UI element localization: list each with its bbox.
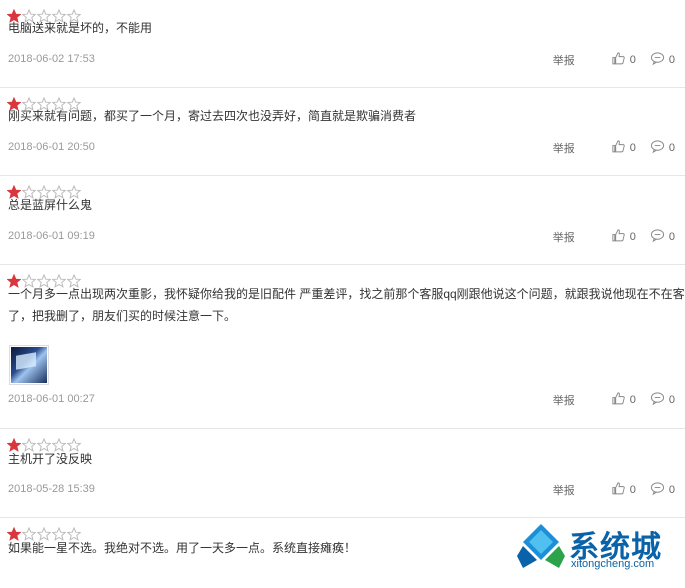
thumbs-up-icon bbox=[611, 139, 630, 157]
comment-count: 0 bbox=[668, 142, 675, 154]
review-text: 主机开了没反映 bbox=[8, 452, 93, 466]
review-actions: 举报 0 0 bbox=[553, 481, 675, 499]
like-button[interactable]: 0 bbox=[611, 228, 636, 246]
review-date: 2018-05-28 15:39 bbox=[8, 483, 95, 495]
comment-icon bbox=[650, 391, 669, 409]
report-button[interactable]: 举报 bbox=[553, 229, 575, 245]
watermark: 系统城 xitongcheng.com bbox=[515, 516, 685, 576]
report-button[interactable]: 举报 bbox=[553, 482, 575, 498]
review-text: 一个月多一点出现两次重影，我怀疑你给我的是旧配件 严重差评，找之前那个客服qq刚… bbox=[8, 287, 685, 301]
review-actions: 举报 0 0 bbox=[553, 228, 675, 246]
report-button[interactable]: 举报 bbox=[553, 140, 575, 156]
review-actions: 举报 0 0 bbox=[553, 139, 675, 157]
like-count: 0 bbox=[629, 484, 636, 496]
like-button[interactable]: 0 bbox=[611, 139, 636, 157]
review-text: 如果能一星不选。我绝对不选。用了一天多一点。系统直接瘫痪！ bbox=[8, 541, 357, 555]
review-actions: 举报 0 0 bbox=[553, 51, 675, 69]
review-item: 刚买来就有问题，都买了一个月，寄过去四次也没弄好，简直就是欺骗消费者 2018-0… bbox=[0, 88, 685, 176]
thumbs-up-icon bbox=[611, 481, 630, 499]
like-count: 0 bbox=[629, 54, 636, 66]
review-text: 电脑送来就是坏的，不能用 bbox=[8, 21, 153, 35]
watermark-name-en: xitongcheng.com bbox=[571, 558, 655, 570]
like-count: 0 bbox=[629, 231, 636, 243]
comment-count: 0 bbox=[668, 231, 675, 243]
comment-icon bbox=[650, 51, 669, 69]
like-button[interactable]: 0 bbox=[611, 481, 636, 499]
comment-count: 0 bbox=[668, 394, 675, 406]
review-date: 2018-06-01 20:50 bbox=[8, 141, 95, 153]
report-button[interactable]: 举报 bbox=[553, 392, 575, 408]
comment-icon bbox=[650, 481, 669, 499]
comment-button[interactable]: 0 bbox=[650, 228, 675, 246]
like-button[interactable]: 0 bbox=[611, 51, 636, 69]
report-button[interactable]: 举报 bbox=[553, 52, 575, 68]
review-date: 2018-06-02 17:53 bbox=[8, 53, 95, 65]
review-text: 刚买来就有问题，都买了一个月，寄过去四次也没弄好，简直就是欺骗消费者 bbox=[8, 109, 417, 123]
review-photo[interactable] bbox=[9, 345, 49, 385]
review-actions: 举报 0 0 bbox=[553, 391, 675, 409]
comment-count: 0 bbox=[668, 484, 675, 496]
comment-button[interactable]: 0 bbox=[650, 139, 675, 157]
like-button[interactable]: 0 bbox=[611, 391, 636, 409]
review-date: 2018-06-01 00:27 bbox=[8, 393, 95, 405]
review-item: 一个月多一点出现两次重影，我怀疑你给我的是旧配件 严重差评，找之前那个客服qq刚… bbox=[0, 265, 685, 429]
review-text: 了，把我删了，朋友们买的时候注意一下。 bbox=[8, 309, 237, 323]
review-item: 总是蓝屏什么鬼 2018-06-01 09:19 举报 0 0 bbox=[0, 176, 685, 265]
like-count: 0 bbox=[629, 142, 636, 154]
thumbs-up-icon bbox=[611, 228, 630, 246]
review-date: 2018-06-01 09:19 bbox=[8, 230, 95, 242]
comment-button[interactable]: 0 bbox=[650, 391, 675, 409]
watermark-logo-icon bbox=[517, 524, 565, 568]
thumbs-up-icon bbox=[611, 51, 630, 69]
review-item: 电脑送来就是坏的，不能用 2018-06-02 17:53 举报 0 0 bbox=[0, 0, 685, 88]
comment-button[interactable]: 0 bbox=[650, 481, 675, 499]
comment-button[interactable]: 0 bbox=[650, 51, 675, 69]
comment-icon bbox=[650, 228, 669, 246]
thumbs-up-icon bbox=[611, 391, 630, 409]
review-text: 总是蓝屏什么鬼 bbox=[8, 198, 93, 212]
comment-count: 0 bbox=[668, 54, 675, 66]
review-item: 主机开了没反映 2018-05-28 15:39 举报 0 0 bbox=[0, 429, 685, 518]
like-count: 0 bbox=[629, 394, 636, 406]
comment-icon bbox=[650, 139, 669, 157]
